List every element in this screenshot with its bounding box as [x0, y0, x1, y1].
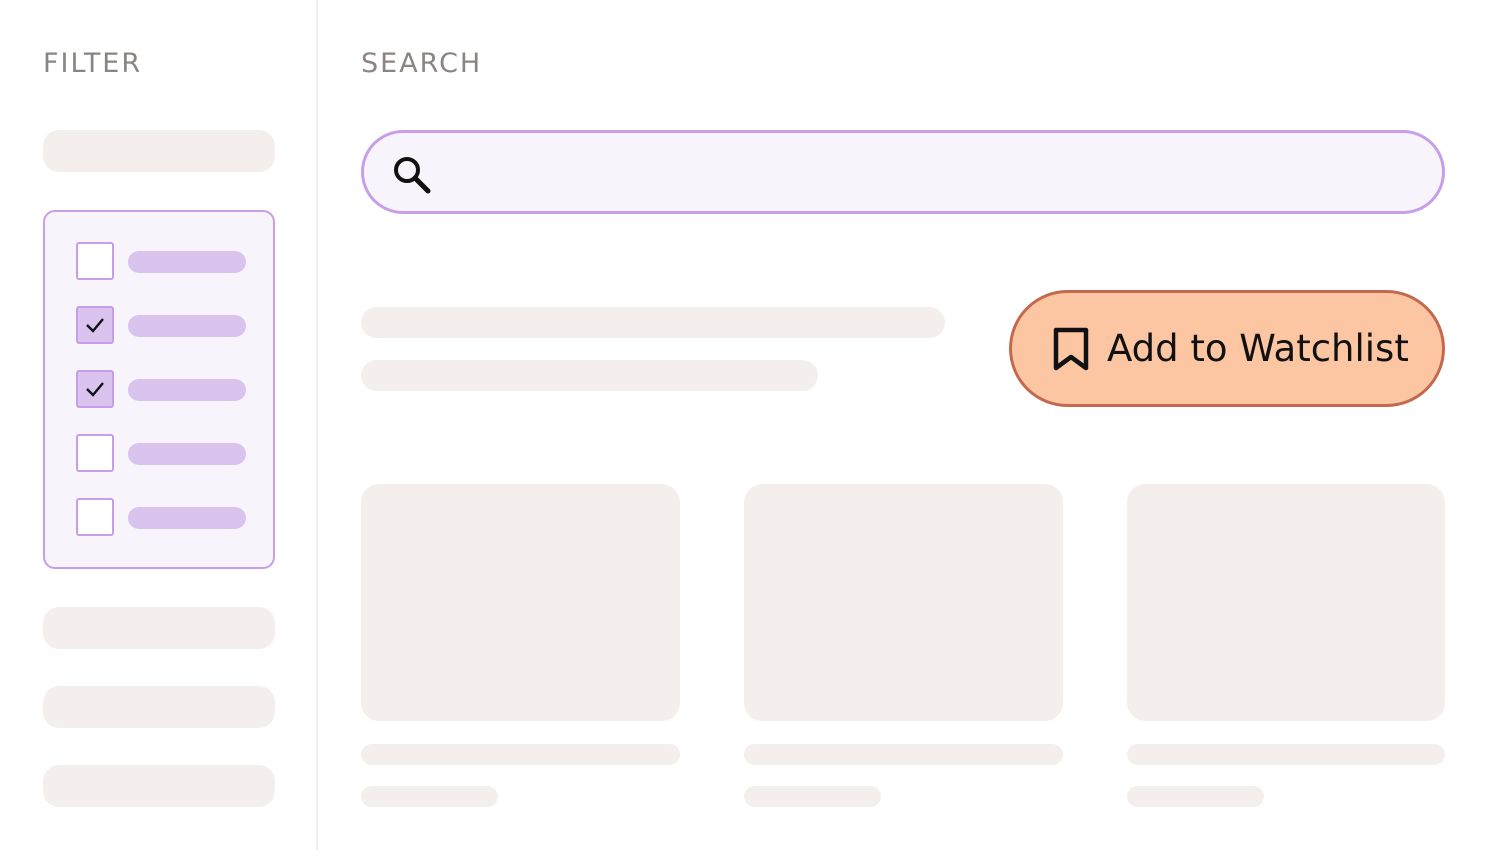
checkbox[interactable]: [76, 370, 114, 408]
filter-option-label: [128, 251, 246, 273]
filter-sidebar: FILTER: [0, 0, 318, 850]
filter-placeholder: [43, 607, 275, 649]
filter-option[interactable]: [76, 498, 246, 538]
checkbox[interactable]: [76, 306, 114, 344]
add-to-watchlist-label: Add to Watchlist: [1107, 327, 1409, 370]
checkbox[interactable]: [76, 434, 114, 472]
filter-options-panel: [43, 210, 275, 569]
search-input[interactable]: [444, 147, 1428, 199]
filter-option-label: [128, 315, 246, 337]
result-card-thumbnail: [1127, 484, 1445, 721]
filter-option-label: [128, 379, 246, 401]
search-bar[interactable]: [361, 130, 1445, 214]
result-card-meta: [744, 786, 881, 807]
search-icon: [394, 157, 431, 194]
result-card-title: [361, 744, 680, 765]
result-card-meta: [361, 786, 498, 807]
checkmark-icon: [86, 382, 104, 397]
filter-option[interactable]: [76, 242, 246, 282]
checkmark-icon: [86, 318, 104, 333]
add-to-watchlist-button[interactable]: Add to Watchlist: [1009, 290, 1445, 407]
filter-option-label: [128, 507, 246, 529]
filter-option-label: [128, 443, 246, 465]
filter-placeholder: [43, 765, 275, 807]
result-card-meta: [1127, 786, 1264, 807]
result-card-title: [744, 744, 1063, 765]
result-card-thumbnail: [361, 484, 680, 721]
checkbox[interactable]: [76, 242, 114, 280]
checkbox[interactable]: [76, 498, 114, 536]
result-card-thumbnail: [744, 484, 1063, 721]
filter-option[interactable]: [76, 434, 246, 474]
result-heading-placeholder: [361, 307, 945, 338]
bookmark-icon: [1053, 327, 1089, 371]
search-title: SEARCH: [361, 48, 483, 79]
filter-placeholder: [43, 686, 275, 728]
filter-option[interactable]: [76, 370, 246, 410]
filter-option[interactable]: [76, 306, 246, 346]
result-card-title: [1127, 744, 1445, 765]
result-subheading-placeholder: [361, 360, 818, 391]
filter-placeholder: [43, 130, 275, 172]
filter-title: FILTER: [43, 48, 143, 79]
